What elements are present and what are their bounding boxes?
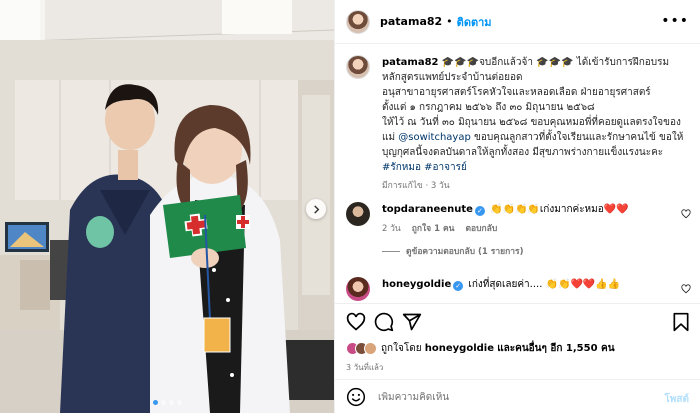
caption-meta: มีการแก้ไข · 3 วัน: [382, 181, 450, 191]
liked-by-user[interactable]: honeygoldie: [425, 343, 494, 354]
comment-item: honeygoldie ✓ เก่งที่สุดเลยค่า.... 👏👏❤️❤️…: [346, 277, 691, 301]
post-time-ago: 3 วันที่แล้ว: [346, 363, 384, 372]
carousel-dot: [176, 400, 182, 405]
view-replies-button[interactable]: ดูข้อความตอบกลับ (1 รายการ): [382, 244, 691, 258]
emoji-icon[interactable]: [346, 387, 366, 407]
caption-mention[interactable]: @sowitchayap: [398, 132, 471, 143]
bookmark-icon[interactable]: [671, 312, 691, 332]
replies-divider: [382, 250, 400, 252]
carousel-dot: [152, 400, 158, 405]
comment-likes-count[interactable]: ถูกใจ 1 คน: [412, 221, 455, 235]
caption-body: 🎓🎓🎓จบอีกแล้วจ้า 🎓🎓🎓 ได้เข้ารับการฝึกอบรม…: [382, 57, 681, 143]
comment-time: 2 วัน: [382, 224, 401, 234]
action-icons: [346, 312, 691, 332]
comment-text: 👏👏👏👏เก่งมากค่ะหมอ❤️❤️: [490, 204, 629, 215]
caption-text: patama82 🎓🎓🎓จบอีกแล้วจ้า 🎓🎓🎓 ได้เข้ารับก…: [382, 55, 691, 175]
chevron-right-icon: [313, 204, 319, 214]
comment-username[interactable]: topdaraneenute: [382, 204, 473, 215]
caption-hashtags[interactable]: #รักหมอ #อาจารย์: [382, 162, 467, 173]
share-icon[interactable]: [402, 312, 422, 332]
comment-username[interactable]: honeygoldie: [382, 279, 451, 290]
post-photo[interactable]: [0, 0, 334, 413]
comment-like-heart-icon[interactable]: [681, 209, 691, 219]
comment-avatar[interactable]: [346, 202, 370, 226]
caption: patama82 🎓🎓🎓จบอีกแล้วจ้า 🎓🎓🎓 ได้เข้ารับก…: [346, 55, 691, 192]
comment-item: topdaraneenute ✓ 👏👏👏👏เก่งมากค่ะหมอ❤️❤️ 2 …: [346, 202, 691, 258]
verified-badge-icon: ✓: [474, 206, 485, 216]
comment-like-heart-icon[interactable]: [681, 284, 691, 294]
comment-text: เก่งที่สุดเลยค่า.... 👏👏❤️❤️👍👍: [468, 279, 621, 290]
carousel-indicator: [0, 400, 334, 405]
post-actions: ถูกใจโดย honeygoldie และคนอื่นๆ อีก 1,55…: [335, 303, 700, 413]
heart-icon[interactable]: [346, 312, 366, 332]
comment-body: topdaraneenute ✓ 👏👏👏👏เก่งมากค่ะหมอ❤️❤️: [382, 202, 691, 217]
post-comment-button[interactable]: โพสต์: [664, 392, 689, 407]
liked-by-prefix: ถูกใจโดย: [381, 343, 422, 354]
author-username[interactable]: patama82: [380, 15, 442, 28]
caption-avatar[interactable]: [346, 55, 370, 79]
post-panel: patama82 • ติดตาม ••• patama82 🎓🎓🎓จบอีกแ…: [334, 0, 700, 413]
comments-scroll-area[interactable]: patama82 🎓🎓🎓จบอีกแล้วจ้า 🎓🎓🎓 ได้เข้ารับก…: [335, 45, 700, 303]
post-header: patama82 • ติดตาม •••: [335, 0, 700, 44]
caption-username[interactable]: patama82: [382, 57, 439, 68]
photo-scene: [0, 0, 334, 413]
view-replies-label: ดูข้อความตอบกลับ (1 รายการ): [406, 247, 524, 257]
more-horizontal-icon[interactable]: •••: [661, 13, 689, 29]
author-avatar[interactable]: [346, 9, 370, 34]
carousel-next-button[interactable]: [306, 199, 326, 219]
comment-composer: โพสต์: [335, 379, 700, 413]
verified-badge-icon: ✓: [453, 281, 464, 291]
comment-body: honeygoldie ✓ เก่งที่สุดเลยค่า.... 👏👏❤️❤️…: [382, 277, 691, 292]
liked-by: ถูกใจโดย honeygoldie และคนอื่นๆ อีก 1,55…: [346, 341, 615, 356]
follow-button[interactable]: ติดตาม: [457, 13, 492, 31]
comment-input[interactable]: [378, 391, 648, 403]
carousel-dot: [168, 400, 174, 405]
carousel-dot: [160, 400, 166, 405]
reply-button[interactable]: ตอบกลับ: [465, 221, 497, 235]
liker-avatar: [364, 342, 377, 355]
liked-by-text[interactable]: ถูกใจโดย honeygoldie และคนอื่นๆ อีก 1,55…: [381, 341, 615, 356]
header-separator: •: [446, 15, 453, 28]
comment-meta: 2 วัน ถูกใจ 1 คน ตอบกลับ: [382, 221, 691, 235]
liked-by-suffix[interactable]: และคนอื่นๆ อีก 1,550 คน: [497, 343, 614, 354]
comment-avatar[interactable]: [346, 277, 370, 301]
comment-icon[interactable]: [374, 312, 394, 332]
